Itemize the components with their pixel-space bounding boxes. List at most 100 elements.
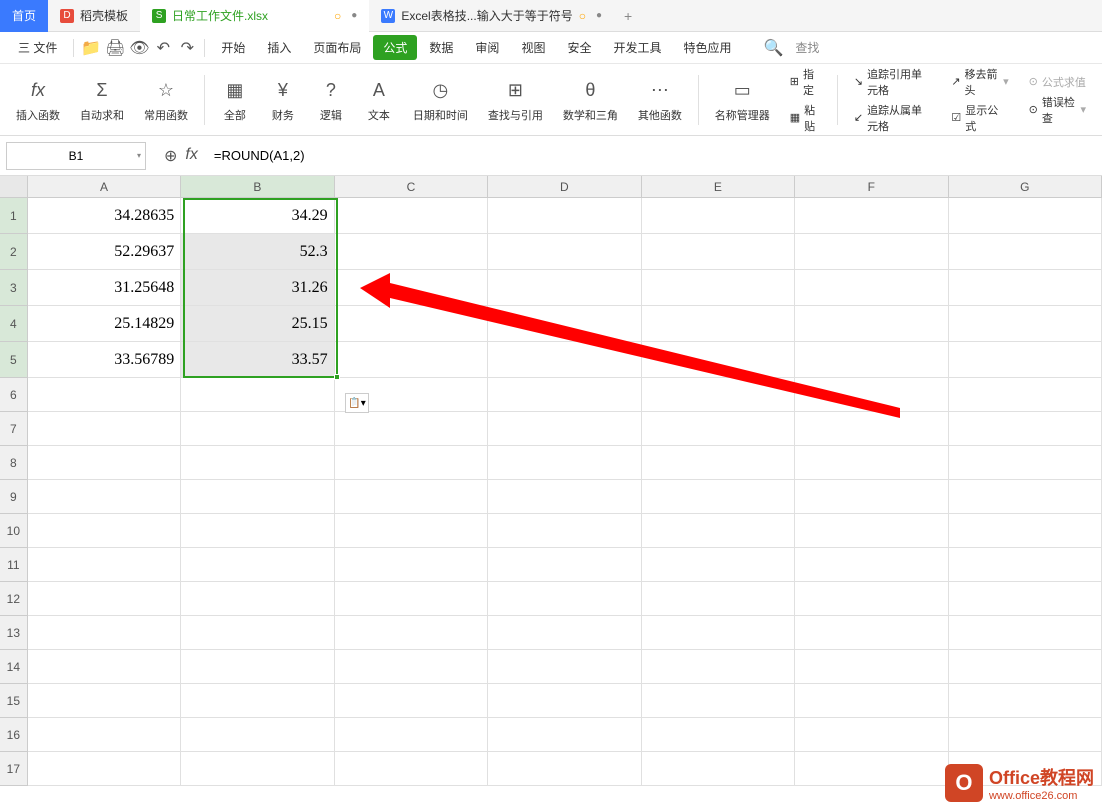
cell-b5[interactable]: 33.57 — [181, 342, 334, 378]
cell-a4[interactable]: 25.14829 — [28, 306, 181, 342]
cell[interactable] — [795, 548, 948, 582]
cell[interactable] — [488, 650, 641, 684]
cell[interactable] — [795, 234, 948, 270]
cell[interactable] — [335, 306, 488, 342]
tab-excel-tips[interactable]: W Excel表格技...输入大于等于符号 ○ ● — [369, 0, 614, 32]
cell[interactable] — [335, 446, 488, 480]
cell[interactable] — [181, 582, 334, 616]
cell[interactable] — [642, 412, 795, 446]
cell[interactable] — [181, 718, 334, 752]
cell[interactable] — [642, 270, 795, 306]
menu-dev[interactable]: 开发工具 — [603, 35, 671, 60]
cell[interactable] — [28, 650, 181, 684]
search-icon[interactable]: 🔍 — [764, 38, 784, 58]
cell-a2[interactable]: 52.29637 — [28, 234, 181, 270]
menu-layout[interactable]: 页面布局 — [303, 35, 371, 60]
ribbon-logic[interactable]: ? 逻辑 — [309, 77, 353, 123]
close-icon[interactable]: ● — [351, 10, 357, 21]
cell[interactable] — [181, 616, 334, 650]
cell-a1[interactable]: 34.28635 — [28, 198, 181, 234]
paste-options-button[interactable]: 📋▾ — [345, 393, 369, 413]
cursor-icon[interactable]: ⊕ — [164, 146, 177, 166]
fill-handle[interactable] — [334, 374, 340, 380]
cell[interactable] — [795, 616, 948, 650]
col-header-c[interactable]: C — [335, 176, 488, 197]
cell[interactable] — [488, 514, 641, 548]
fx-icon[interactable]: fx — [185, 146, 197, 166]
cell[interactable] — [642, 650, 795, 684]
cell[interactable] — [28, 480, 181, 514]
cell[interactable] — [28, 684, 181, 718]
row-header[interactable]: 17 — [0, 752, 28, 786]
ribbon-common[interactable]: ☆ 常用函数 — [136, 77, 196, 123]
menu-formula[interactable]: 公式 — [373, 35, 417, 60]
cell-b4[interactable]: 25.15 — [181, 306, 334, 342]
redo-icon[interactable]: ↷ — [176, 37, 198, 59]
cell[interactable] — [488, 480, 641, 514]
ribbon-name-manager[interactable]: ▭ 名称管理器 — [707, 77, 778, 123]
cell[interactable] — [642, 616, 795, 650]
row-header[interactable]: 12 — [0, 582, 28, 616]
cell[interactable] — [795, 650, 948, 684]
cell[interactable] — [28, 378, 181, 412]
menu-start[interactable]: 开始 — [211, 35, 255, 60]
cell[interactable] — [949, 446, 1102, 480]
cell[interactable] — [181, 752, 334, 786]
ribbon-datetime[interactable]: ◷ 日期和时间 — [405, 77, 476, 123]
cell[interactable] — [488, 378, 641, 412]
row-header[interactable]: 13 — [0, 616, 28, 650]
cell[interactable] — [642, 718, 795, 752]
cell[interactable] — [28, 446, 181, 480]
cell[interactable] — [488, 582, 641, 616]
cell[interactable] — [642, 342, 795, 378]
col-header-f[interactable]: F — [795, 176, 948, 197]
cell[interactable] — [335, 582, 488, 616]
menu-search[interactable]: 查找 — [785, 35, 829, 60]
cell-a5[interactable]: 33.56789 — [28, 342, 181, 378]
cell-b3[interactable]: 31.26 — [181, 270, 334, 306]
cell[interactable] — [795, 480, 948, 514]
cell[interactable] — [335, 480, 488, 514]
cell[interactable] — [642, 684, 795, 718]
cell[interactable] — [949, 480, 1102, 514]
col-header-b[interactable]: B — [181, 176, 334, 197]
cell[interactable] — [642, 306, 795, 342]
row-header[interactable]: 9 — [0, 480, 28, 514]
cell[interactable] — [949, 342, 1102, 378]
cell[interactable] — [795, 198, 948, 234]
cell[interactable] — [335, 752, 488, 786]
cell[interactable] — [335, 616, 488, 650]
cell[interactable] — [488, 234, 641, 270]
cell[interactable] — [795, 306, 948, 342]
add-tab-button[interactable]: + — [614, 8, 642, 24]
row-header[interactable]: 10 — [0, 514, 28, 548]
cell[interactable] — [28, 752, 181, 786]
row-header[interactable]: 16 — [0, 718, 28, 752]
cell-a3[interactable]: 31.25648 — [28, 270, 181, 306]
cell[interactable] — [488, 446, 641, 480]
menu-review[interactable]: 审阅 — [465, 35, 509, 60]
cell[interactable] — [181, 548, 334, 582]
cell[interactable] — [335, 412, 488, 446]
cell[interactable] — [181, 684, 334, 718]
cell[interactable] — [335, 514, 488, 548]
cell[interactable] — [488, 342, 641, 378]
cell-b2[interactable]: 52.3 — [181, 234, 334, 270]
cell[interactable] — [28, 514, 181, 548]
cell[interactable] — [28, 616, 181, 650]
save-icon[interactable]: 📁 — [80, 37, 102, 59]
cell[interactable] — [181, 378, 334, 412]
cell[interactable] — [335, 718, 488, 752]
cell[interactable] — [335, 548, 488, 582]
tab-workfile[interactable]: S 日常工作文件.xlsx ○ ● — [140, 0, 369, 32]
ribbon-eval[interactable]: ⊙公式求值 — [1029, 74, 1086, 90]
cell[interactable] — [488, 684, 641, 718]
cell[interactable] — [488, 306, 641, 342]
cell-b1[interactable]: 34.29 — [181, 198, 334, 234]
cell[interactable] — [488, 548, 641, 582]
cell[interactable] — [642, 582, 795, 616]
cell[interactable] — [795, 342, 948, 378]
cell[interactable] — [181, 480, 334, 514]
ribbon-lookup[interactable]: ⊞ 查找与引用 — [480, 77, 551, 123]
cell[interactable] — [795, 378, 948, 412]
